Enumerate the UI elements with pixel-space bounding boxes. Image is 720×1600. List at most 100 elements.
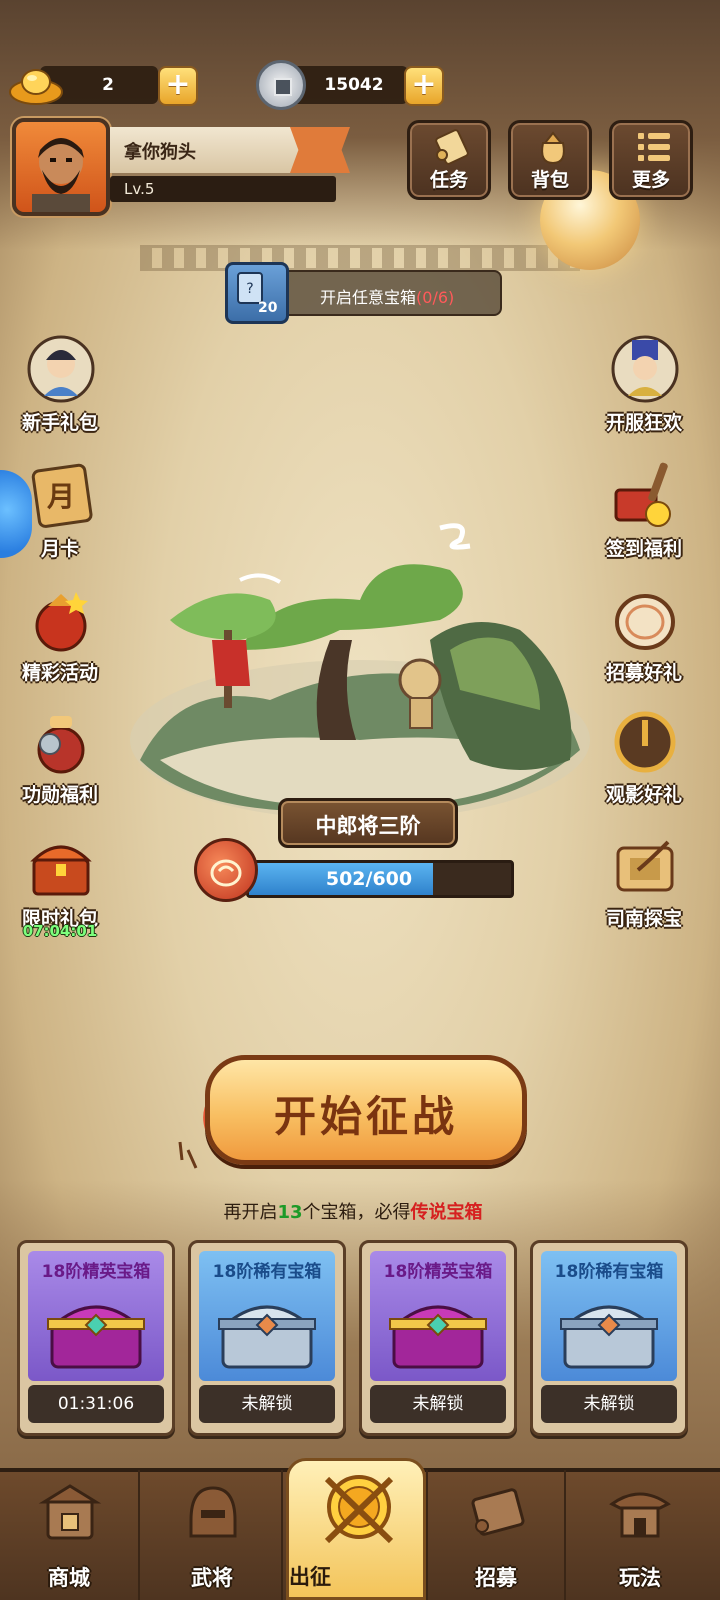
player-avatar[interactable] <box>12 118 110 216</box>
side-label: 观影好礼 <box>605 784 682 806</box>
side-label: 签到福利 <box>605 538 682 560</box>
helmet-icon <box>189 1486 237 1538</box>
task-button[interactable]: 任务 <box>407 120 491 200</box>
chest-slot-3[interactable]: 18阶精英宝箱 未解锁 <box>359 1240 517 1436</box>
chest-slot-2[interactable]: 18阶稀有宝箱 未解锁 <box>188 1240 346 1436</box>
battle-medal-icon <box>324 1475 394 1544</box>
hero-portrait-icon <box>27 335 95 403</box>
chest-hint: 再开启13个宝箱，必得传说宝箱 <box>0 1198 706 1224</box>
ingot-amount: 2 <box>102 75 114 95</box>
treasure-chest-icon <box>30 845 92 896</box>
side-server-carnival[interactable]: 开服狂欢 <box>596 334 692 440</box>
bag-icon <box>541 131 565 165</box>
chest-title: 18阶稀有宝箱 <box>212 1262 322 1282</box>
chest-status: 01:31:06 <box>28 1385 164 1423</box>
side-newbie-pack[interactable]: 新手礼包 <box>12 334 108 440</box>
campaign-island-scene[interactable] <box>120 510 600 830</box>
nav-recruit[interactable]: 招募 <box>426 1470 566 1600</box>
chest-title: 18阶精英宝箱 <box>41 1262 151 1282</box>
start-battle-label: 开始征战 <box>273 1092 458 1141</box>
side-label: 新手礼包 <box>21 412 98 434</box>
fret-border-decoration <box>140 245 580 271</box>
task-label: 任务 <box>429 169 468 191</box>
hint-middle: 个宝箱，必得 <box>302 1202 411 1223</box>
pavilion-icon <box>609 1492 671 1538</box>
hint-count: 13 <box>277 1202 303 1223</box>
side-label: 功勋福利 <box>21 784 98 806</box>
add-ingot-button[interactable]: + <box>158 66 198 106</box>
recruit-scroll-icon <box>471 1488 525 1536</box>
chest-status: 未解锁 <box>370 1385 506 1423</box>
drum-icon <box>615 594 675 650</box>
rare-chest-icon <box>218 1305 316 1369</box>
side-label: 招募好礼 <box>605 662 682 684</box>
svg-text:?: ? <box>246 281 253 297</box>
rare-chest-icon <box>560 1305 658 1369</box>
side-label: 精彩活动 <box>21 662 98 684</box>
nav-generals[interactable]: 武将 <box>143 1470 283 1600</box>
chest-slot-4[interactable]: 18阶稀有宝箱 未解锁 <box>530 1240 688 1436</box>
reward-pouch-icon[interactable] <box>194 838 258 902</box>
quest-card-count: 20 <box>258 300 278 316</box>
rank-text: 中郎将三阶 <box>315 814 421 838</box>
nav-gameplay[interactable]: 玩法 <box>570 1470 710 1600</box>
quest-text: 开启任意宝箱(0/6) <box>320 284 454 308</box>
plus-icon: + <box>411 67 437 102</box>
list-icon <box>638 133 670 161</box>
side-label: 月卡 <box>40 538 79 560</box>
elite-chest-icon <box>389 1305 487 1369</box>
mystery-card-icon: ? <box>225 262 289 324</box>
quest-progress: (0/6) <box>416 288 455 307</box>
nav-label: 武将 <box>191 1566 233 1590</box>
side-sign-in[interactable]: 签到福利 <box>596 460 692 566</box>
side-label: 司南探宝 <box>605 908 682 930</box>
more-label: 更多 <box>631 169 670 191</box>
add-coin-button[interactable]: + <box>404 66 444 106</box>
film-icon <box>614 711 676 773</box>
elite-chest-icon <box>47 1305 145 1369</box>
warrior-portrait-icon <box>32 138 90 212</box>
stamp-icon <box>614 462 671 527</box>
coin-pouch-icon <box>37 716 85 774</box>
side-recruit-gift[interactable]: 招募好礼 <box>596 584 692 690</box>
shop-icon <box>38 1484 102 1540</box>
side-month-card[interactable]: 月 月卡 <box>12 460 108 566</box>
limited-pack-timer: 07:04:01 <box>22 922 98 940</box>
chest-slot-1[interactable]: 18阶精英宝箱 01:31:06 <box>17 1240 175 1436</box>
side-limited-pack[interactable]: 限时礼包 <box>12 830 108 936</box>
quest-description: 开启任意宝箱 <box>320 288 417 307</box>
player-level: Lv.5 <box>124 180 155 198</box>
nav-label: 商城 <box>48 1566 90 1590</box>
side-merit-welfare[interactable]: 功勋福利 <box>12 706 108 812</box>
name-banner-ribbon <box>290 127 350 173</box>
player-name[interactable]: 拿你狗头 <box>124 138 196 164</box>
side-watch-gift[interactable]: 观影好礼 <box>596 706 692 812</box>
scroll-icon <box>435 129 469 165</box>
side-compass-treasure[interactable]: 司南探宝 <box>596 830 692 936</box>
compass-icon <box>616 840 674 892</box>
event-bag-icon <box>35 592 88 652</box>
bag-button[interactable]: 背包 <box>508 120 592 200</box>
nav-shop[interactable]: 商城 <box>0 1470 140 1600</box>
hint-prefix: 再开启 <box>223 1202 278 1223</box>
exp-progress-text: 502/600 <box>325 868 413 890</box>
chest-title: 18阶稀有宝箱 <box>554 1262 664 1282</box>
nav-campaign[interactable]: 出征 <box>286 1458 426 1600</box>
hint-reward: 传说宝箱 <box>410 1202 483 1223</box>
svg-text:月: 月 <box>46 480 75 513</box>
bag-label: 背包 <box>530 169 569 191</box>
nav-label: 玩法 <box>619 1566 661 1590</box>
nav-label: 招募 <box>475 1566 517 1590</box>
chest-status: 未解锁 <box>541 1385 677 1423</box>
pouch-emblem-icon <box>210 859 242 887</box>
coin-amount: 15042 <box>324 75 384 95</box>
month-card-icon: 月 <box>31 463 93 528</box>
chest-status: 未解锁 <box>199 1385 335 1423</box>
side-label: 开服狂欢 <box>605 412 682 434</box>
plus-icon: + <box>165 67 191 102</box>
official-portrait-icon <box>611 335 679 403</box>
more-button[interactable]: 更多 <box>609 120 693 200</box>
side-events[interactable]: 精彩活动 <box>12 584 108 690</box>
chest-title: 18阶精英宝箱 <box>383 1262 493 1282</box>
copper-coin-icon <box>256 60 306 110</box>
